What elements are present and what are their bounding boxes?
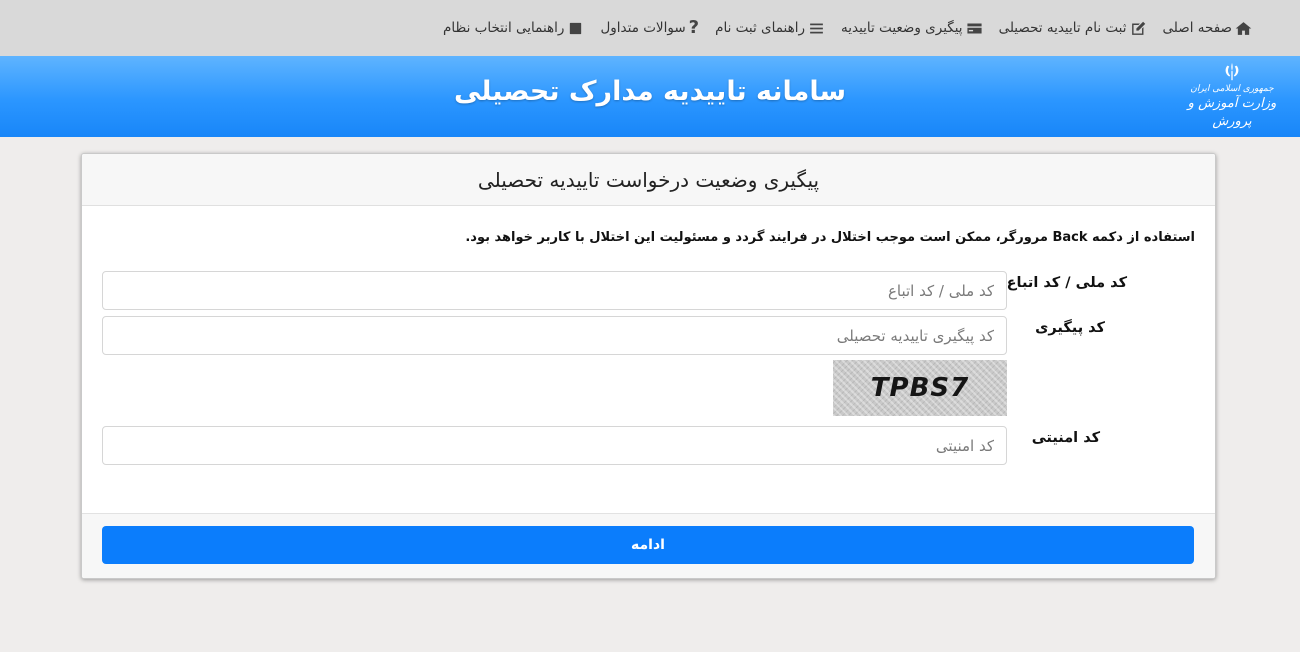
nav-item-label: صفحه اصلی — [1162, 20, 1232, 36]
menu-lines-icon — [810, 23, 823, 33]
question-icon: ? — [688, 17, 700, 38]
nav-item-register[interactable]: ثبت نام تاییدیه تحصیلی — [999, 20, 1147, 37]
national-code-input[interactable] — [102, 271, 1007, 310]
nav-item-label: سوالات متداول — [600, 20, 686, 36]
site-title: سامانه تاییدیه مدارک تحصیلی — [453, 76, 847, 107]
tracking-code-label: کد پیگیری — [1035, 320, 1105, 336]
national-code-label: کد ملی / کد اتباع — [1006, 275, 1127, 291]
nav-item-guide[interactable]: راهنمای ثبت نام — [715, 20, 825, 37]
square-icon — [570, 22, 582, 34]
nav-item-home[interactable]: صفحه اصلی — [1163, 20, 1252, 37]
header-banner: جمهوری اسلامی ایران وزارت آموزش و پرورش … — [0, 56, 1300, 137]
nav-item-label: راهنمایی انتخاب نظام — [443, 20, 565, 36]
form-title: پیگیری وضعیت درخواست تاییدیه تحصیلی — [82, 154, 1215, 206]
nav-item-tracking[interactable]: پیگیری وضعیت تاییدیه — [841, 20, 983, 37]
nav-item-label: پیگیری وضعیت تاییدیه — [840, 20, 963, 36]
security-code-input[interactable] — [102, 426, 1007, 465]
security-code-label: کد امنیتی — [1031, 430, 1100, 446]
tracking-form-card: پیگیری وضعیت درخواست تاییدیه تحصیلی استف… — [81, 153, 1216, 579]
card-icon — [966, 23, 982, 33]
captcha-image: TPBS7 — [833, 360, 1007, 416]
home-icon — [1235, 21, 1252, 35]
top-navigation: صفحه اصلی ثبت نام تاییدیه تحصیلی پیگیری … — [0, 0, 1300, 56]
back-button-warning: استفاده از دکمه Back مرورگر، ممکن است مو… — [465, 230, 1195, 245]
nav-item-label: ثبت نام تاییدیه تحصیلی — [998, 20, 1127, 36]
nav-item-faq[interactable]: ? سوالات متداول — [600, 19, 699, 37]
edit-icon — [1131, 21, 1145, 35]
nav-item-system-guide[interactable]: راهنمایی انتخاب نظام — [443, 20, 584, 37]
nav-item-label: راهنمای ثبت نام — [715, 20, 805, 36]
tracking-code-input[interactable] — [102, 316, 1007, 355]
continue-button[interactable]: ادامه — [102, 526, 1194, 564]
form-footer: ادامه — [82, 513, 1215, 578]
